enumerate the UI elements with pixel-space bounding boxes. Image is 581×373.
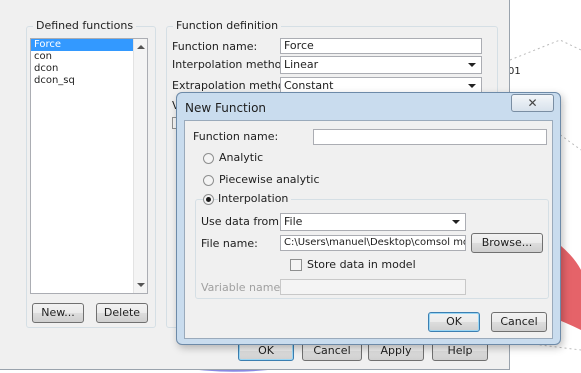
function-list-item[interactable]: dcon_sq (31, 75, 147, 87)
store-data-checkbox[interactable] (290, 259, 302, 271)
store-data-label: Store data in model (307, 258, 416, 271)
interpolation-method-select[interactable]: Linear (280, 56, 482, 74)
variable-name-field[interactable] (280, 279, 466, 295)
functions-list-scrollbar[interactable] (133, 39, 147, 293)
variable-name-label: Variable name: (201, 281, 284, 294)
functions-list[interactable]: Force con dcon dcon_sq (30, 38, 148, 294)
function-name-field[interactable]: Force (280, 38, 482, 54)
defined-functions-title: Defined functions (33, 19, 137, 32)
file-name-field[interactable]: C:\Users\manuel\Desktop\comsol mod (280, 235, 466, 251)
analytic-radio[interactable] (203, 153, 214, 164)
new-function-dialog: New Function ✕ Function name: Analytic P… (176, 92, 561, 345)
interpolation-method-label: Interpolation method: (172, 58, 293, 71)
extrapolation-method-label: Extrapolation method: (172, 79, 296, 92)
chevron-down-icon (452, 220, 460, 224)
interpolation-label: Interpolation (218, 192, 292, 205)
interpolation-radio[interactable] (203, 194, 214, 205)
use-data-from-label: Use data from: (201, 215, 283, 228)
function-list-item[interactable]: dcon (31, 63, 147, 75)
new-function-name-label: Function name: (193, 130, 279, 143)
chevron-down-icon (468, 63, 476, 67)
new-function-name-field[interactable] (313, 129, 547, 145)
new-function-title: New Function (185, 101, 267, 115)
use-data-from-select[interactable]: File (280, 213, 466, 231)
use-data-from-value: File (284, 215, 303, 228)
file-name-label: File name: (201, 237, 258, 250)
function-definition-title: Function definition (173, 19, 282, 32)
piecewise-analytic-radio[interactable] (203, 175, 214, 186)
analytic-label: Analytic (219, 151, 264, 164)
new-function-ok-button[interactable]: OK (428, 312, 480, 332)
function-name-label: Function name: (172, 40, 258, 53)
interpolation-method-value: Linear (284, 58, 319, 71)
scroll-up-arrow-icon[interactable] (137, 45, 145, 49)
chevron-down-icon (468, 84, 476, 88)
function-list-item[interactable]: Force (31, 39, 147, 51)
browse-button[interactable]: Browse... (471, 233, 543, 253)
new-function-body: Function name: Analytic Piecewise analyt… (184, 120, 553, 339)
function-list-item[interactable]: con (31, 51, 147, 63)
close-icon[interactable]: ✕ (511, 94, 554, 112)
extrapolation-method-value: Constant (284, 79, 334, 92)
piecewise-analytic-label: Piecewise analytic (219, 173, 320, 186)
scroll-down-arrow-icon[interactable] (137, 283, 145, 287)
new-function-cancel-button[interactable]: Cancel (491, 312, 547, 332)
new-function-button[interactable]: New... (32, 303, 84, 323)
delete-function-button[interactable]: Delete (96, 303, 148, 323)
